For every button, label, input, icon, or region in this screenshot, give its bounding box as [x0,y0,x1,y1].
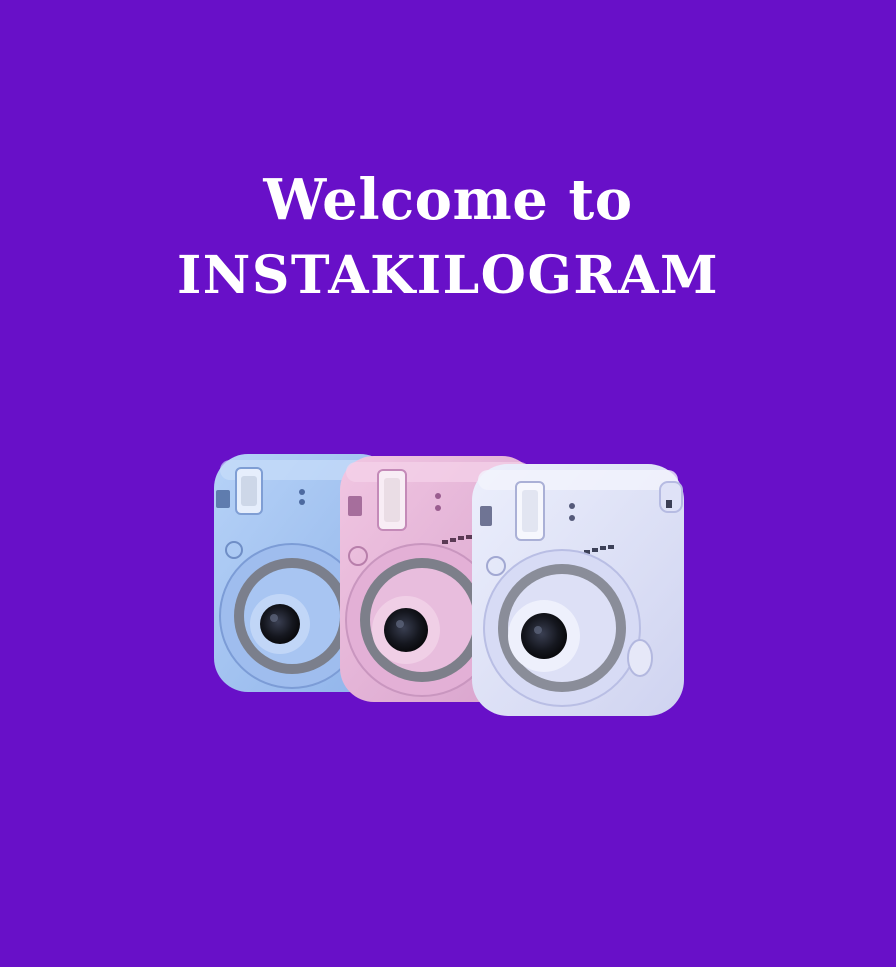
welcome-text: Welcome to [263,167,633,233]
welcome-heading: Welcome to INSTAKILOGRAM [0,160,896,312]
brand-title: INSTAKILOGRAM [176,245,719,306]
white-camera [472,464,684,716]
instant-cameras-image [214,454,684,716]
